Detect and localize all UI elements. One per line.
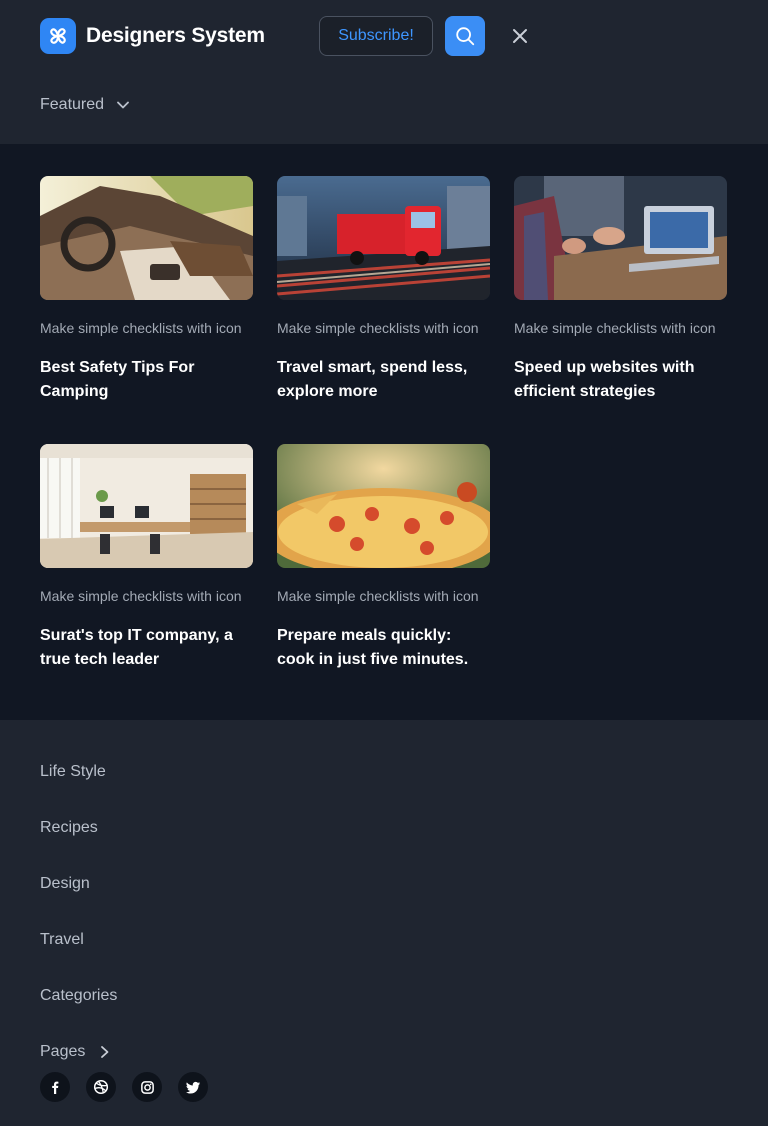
modern-office-image [40, 444, 253, 568]
article-card[interactable]: Make simple checklists with icon Best Sa… [40, 176, 253, 404]
featured-label: Featured [40, 96, 105, 113]
menu-item-label: Pages [40, 1043, 86, 1060]
menu-item-travel[interactable]: Travel [40, 912, 728, 968]
pizza-image [277, 444, 490, 568]
card-title: Speed up websites with efficient strateg… [514, 359, 695, 400]
menu-item-recipes[interactable]: Recipes [40, 800, 728, 856]
card-subtitle: Make simple checklists with icon [40, 588, 242, 604]
menu-item-label: Life Style [40, 763, 106, 780]
menu-item-label: Design [40, 875, 90, 892]
twitter-icon[interactable] [178, 1072, 208, 1102]
car-interior-image [40, 176, 253, 300]
chevron-down-icon [116, 98, 130, 112]
menu-item-life-style[interactable]: Life Style [40, 744, 728, 800]
menu-item-design[interactable]: Design [40, 856, 728, 912]
article-card[interactable]: Make simple checklists with icon Prepare… [277, 444, 490, 672]
instagram-icon[interactable] [132, 1072, 162, 1102]
brand-name: Designers System [86, 24, 265, 47]
card-subtitle: Make simple checklists with icon [277, 588, 479, 604]
close-icon [513, 29, 527, 43]
card-title: Surat's top IT company, a true tech lead… [40, 627, 233, 668]
brand[interactable]: Designers System [40, 18, 265, 54]
card-title: Prepare meals quickly: cook in just five… [277, 627, 469, 668]
menu-item-categories[interactable]: Categories [40, 968, 728, 1024]
menu-item-label: Categories [40, 987, 118, 1004]
menu-item-label: Recipes [40, 819, 98, 836]
chevron-right-icon [99, 1045, 111, 1059]
search-button[interactable] [445, 16, 485, 56]
close-button[interactable] [506, 22, 534, 50]
subscribe-button[interactable]: Subscribe! [319, 16, 433, 56]
card-subtitle: Make simple checklists with icon [514, 320, 716, 336]
article-card[interactable]: Make simple checklists with icon Travel … [277, 176, 490, 404]
card-subtitle: Make simple checklists with icon [40, 320, 242, 336]
search-icon [456, 27, 475, 46]
header: Designers System Subscribe! Featured [0, 0, 768, 144]
red-truck-image [277, 176, 490, 300]
card-title: Travel smart, spend less, explore more [277, 359, 468, 400]
menu-item-label: Travel [40, 931, 84, 948]
featured-panel: Make simple checklists with icon Best Sa… [0, 144, 768, 720]
laptop-meeting-image [514, 176, 727, 300]
pinwheel-logo-icon [40, 18, 76, 54]
featured-dropdown[interactable]: Featured [40, 96, 130, 114]
facebook-icon[interactable] [40, 1072, 70, 1102]
social-links [40, 1072, 208, 1102]
card-subtitle: Make simple checklists with icon [277, 320, 479, 336]
article-card[interactable]: Make simple checklists with icon Speed u… [514, 176, 727, 404]
article-card[interactable]: Make simple checklists with icon Surat's… [40, 444, 253, 672]
dribbble-icon[interactable] [86, 1072, 116, 1102]
category-menu: Life Style Recipes Design Travel Categor… [40, 744, 728, 1080]
card-title: Best Safety Tips For Camping [40, 359, 195, 400]
